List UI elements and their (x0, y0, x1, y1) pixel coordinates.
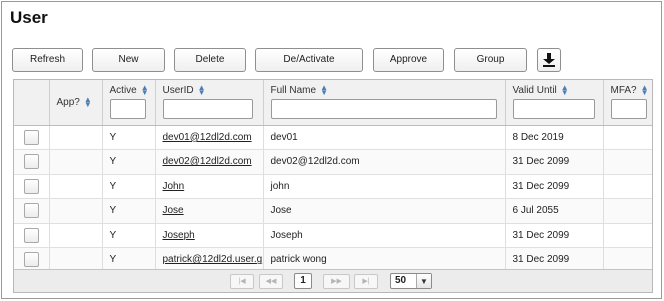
group-button[interactable]: Group (454, 48, 527, 72)
last-page-button[interactable]: ▶| (354, 274, 378, 289)
col-mfa-header[interactable]: MFA? ▲ ▼ (603, 80, 652, 126)
row-checkbox[interactable] (24, 203, 39, 219)
fullname-filter-input[interactable] (270, 99, 497, 119)
table-row[interactable]: Y Joseph Joseph 31 Dec 2099 (14, 223, 652, 248)
user-table: App? ▲ ▼ Active ▲ ▼ UserID ▲ ▼ Full Name ▲ ▼ (14, 80, 652, 273)
active-cell: Y (102, 125, 156, 150)
table-row[interactable]: Y Jose Jose 6 Jul 2055 (14, 198, 652, 224)
header-row: App? ▲ ▼ Active ▲ ▼ UserID ▲ ▼ Full Name ▲ ▼ (14, 80, 652, 126)
app-cell (49, 125, 103, 150)
sort-icon[interactable]: ▲ ▼ (320, 84, 328, 97)
first-page-button[interactable]: |◀ (230, 274, 254, 289)
col-validuntil-header[interactable]: Valid Until ▲ ▼ (505, 80, 604, 126)
mfa-cell (603, 174, 652, 199)
user-grid: App? ▲ ▼ Active ▲ ▼ UserID ▲ ▼ Full Name ▲ ▼ (13, 79, 653, 293)
userid-cell: dev01@12dl2d.com (155, 125, 264, 150)
userid-link[interactable]: patrick@12dl2d.user.g (163, 254, 263, 265)
validuntil-cell: 6 Jul 2055 (505, 198, 604, 224)
mfa-cell (603, 198, 652, 224)
col-validuntil-label: Valid Until (512, 85, 557, 96)
mfa-cell (603, 223, 652, 248)
sort-icon[interactable]: ▲ ▼ (561, 84, 569, 97)
active-cell: Y (102, 223, 156, 248)
row-checkbox[interactable] (24, 154, 39, 170)
user-panel: User Refresh New Delete De/Activate Appr… (1, 1, 662, 299)
col-active-header[interactable]: Active ▲ ▼ (102, 80, 156, 126)
page-title: User (10, 8, 48, 27)
row-checkbox[interactable] (24, 178, 39, 194)
refresh-button[interactable]: Refresh (12, 48, 83, 72)
row-select-cell (14, 174, 50, 199)
userid-cell: Joseph (155, 223, 264, 248)
chevron-down-icon[interactable]: ▼ (416, 274, 431, 288)
fullname-cell: dev01 (263, 125, 506, 150)
row-select-cell (14, 125, 50, 150)
validuntil-cell: 8 Dec 2019 (505, 125, 604, 150)
userid-link[interactable]: Jose (163, 205, 184, 216)
row-checkbox[interactable] (24, 252, 39, 268)
row-select-cell (14, 149, 50, 175)
sort-icon[interactable]: ▲ ▼ (641, 84, 649, 97)
userid-link[interactable]: John (163, 181, 185, 192)
page-size-select[interactable]: 50 ▼ (390, 273, 432, 289)
download-button[interactable] (537, 48, 561, 72)
active-cell: Y (102, 174, 156, 199)
active-filter-input[interactable] (109, 99, 146, 119)
col-mfa-label: MFA? (610, 85, 637, 96)
new-button[interactable]: New (92, 48, 165, 72)
sort-icon[interactable]: ▲ ▼ (141, 84, 149, 97)
validuntil-cell: 31 Dec 2099 (505, 174, 604, 199)
mfa-cell (603, 125, 652, 150)
row-checkbox[interactable] (24, 129, 39, 145)
app-cell (49, 149, 103, 175)
active-cell: Y (102, 198, 156, 224)
sort-icon[interactable]: ▲ ▼ (198, 84, 206, 97)
validuntil-cell: 31 Dec 2099 (505, 149, 604, 175)
sort-icon[interactable]: ▲ ▼ (84, 96, 92, 109)
app-cell (49, 174, 103, 199)
next-page-button[interactable]: ▶▶ (323, 274, 350, 289)
mfa-cell (603, 149, 652, 175)
userid-cell: dev02@12dl2d.com (155, 149, 264, 175)
active-cell: Y (102, 149, 156, 175)
col-active-label: Active (109, 85, 137, 96)
delete-button[interactable]: Delete (174, 48, 246, 72)
fullname-cell: Joseph (263, 223, 506, 248)
userid-link[interactable]: Joseph (163, 230, 195, 241)
userid-cell: John (155, 174, 264, 199)
pagination-bar: |◀ ◀◀ 1 ▶▶ ▶| 50 ▼ (14, 269, 652, 292)
fullname-cell: Jose (263, 198, 506, 224)
table-row[interactable]: Y dev01@12dl2d.com dev01 8 Dec 2019 (14, 125, 652, 150)
table-row[interactable]: Y John john 31 Dec 2099 (14, 174, 652, 199)
row-select-cell (14, 223, 50, 248)
fullname-cell: john (263, 174, 506, 199)
download-icon (543, 53, 555, 67)
app-cell (49, 198, 103, 224)
col-fullname-header[interactable]: Full Name ▲ ▼ (263, 80, 506, 126)
row-select-cell (14, 198, 50, 224)
validuntil-filter-input[interactable] (512, 99, 595, 119)
deactivate-button[interactable]: De/Activate (255, 48, 363, 72)
validuntil-cell: 31 Dec 2099 (505, 223, 604, 248)
userid-link[interactable]: dev01@12dl2d.com (163, 132, 252, 143)
col-app-label: App? (56, 96, 80, 108)
col-app-header[interactable]: App? ▲ ▼ (49, 80, 103, 126)
userid-filter-input[interactable] (162, 99, 253, 119)
select-header (14, 80, 50, 126)
page-size-value: 50 (395, 275, 407, 286)
approve-button[interactable]: Approve (373, 48, 444, 72)
col-userid-label: UserID (162, 85, 194, 96)
userid-cell: Jose (155, 198, 264, 224)
app-cell (49, 223, 103, 248)
fullname-cell: dev02@12dl2d.com (263, 149, 506, 175)
col-userid-header[interactable]: UserID ▲ ▼ (155, 80, 264, 126)
mfa-filter-input[interactable] (610, 99, 647, 119)
col-fullname-label: Full Name (270, 85, 317, 96)
table-row[interactable]: Y dev02@12dl2d.com dev02@12dl2d.com 31 D… (14, 149, 652, 175)
prev-page-button[interactable]: ◀◀ (259, 274, 283, 289)
current-page-indicator[interactable]: 1 (294, 273, 312, 289)
row-checkbox[interactable] (24, 227, 39, 243)
userid-link[interactable]: dev02@12dl2d.com (163, 156, 252, 167)
